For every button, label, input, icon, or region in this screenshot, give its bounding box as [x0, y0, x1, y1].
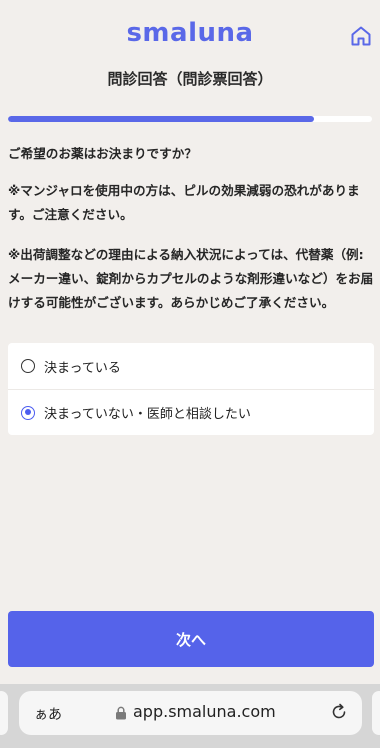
next-tab-pill[interactable] [372, 691, 380, 735]
app-header: smaluna [0, 0, 380, 60]
page-title: 問診回答（問診票回答） [107, 70, 273, 88]
reload-icon[interactable] [329, 702, 349, 722]
radio-button[interactable] [21, 405, 35, 420]
url-text: app.smaluna.com [133, 702, 276, 721]
option-undecided[interactable]: 決まっていない・医師と相談したい [8, 389, 374, 435]
option-decided[interactable]: 決まっている [8, 343, 374, 389]
lock-icon [116, 706, 126, 720]
warning-note: ※マンジャロを使用中の方は、ピルの効果減弱の恐れがあります。ご注意ください。 [8, 183, 360, 222]
address-bar[interactable]: ぁあ app.smaluna.com [19, 691, 362, 735]
previous-tab-pill[interactable] [0, 691, 8, 735]
text-size-button[interactable]: ぁあ [34, 704, 62, 724]
progress-fill [8, 116, 314, 122]
option-label: 決まっている [44, 360, 121, 376]
answer-options: 決まっている 決まっていない・医師と相談したい [8, 343, 374, 435]
home-icon [351, 26, 371, 46]
question-text: ご希望のお薬はお決まりですか？ [8, 146, 197, 161]
radio-button[interactable] [21, 359, 35, 373]
browser-toolbar: ぁあ app.smaluna.com [0, 684, 380, 748]
option-label: 決まっていない・医師と相談したい [44, 407, 251, 422]
supply-note: ※出荷調整などの理由による納入状況によっては、代替薬（例:メーカー違い、錠剤から… [8, 247, 374, 310]
home-button[interactable] [349, 24, 373, 48]
smaluna-logo[interactable]: smaluna [0, 18, 380, 48]
next-button[interactable]: 次へ [8, 611, 374, 667]
progress-bar [8, 116, 372, 122]
